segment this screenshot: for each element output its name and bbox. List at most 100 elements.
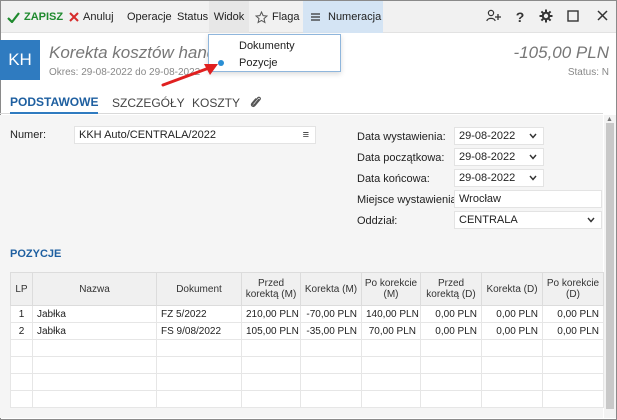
table-cell: 210,00 PLN (241, 305, 301, 323)
numbering-list-icon[interactable]: ≡ (303, 129, 309, 141)
help-button[interactable]: ? (508, 1, 532, 33)
table-cell: -70,00 PLN (300, 305, 362, 323)
table-cell: FZ 5/2022 (156, 305, 242, 323)
settings-button[interactable] (534, 1, 558, 33)
end-date-field[interactable]: 29-08-2022 (454, 169, 544, 187)
close-x-icon (69, 12, 79, 22)
column-header[interactable]: Przed korektą (M) (241, 272, 301, 306)
view-menu[interactable]: Widok (209, 1, 249, 33)
issue-date-field[interactable]: 29-08-2022 (454, 127, 544, 145)
table-cell: Jabłka (32, 305, 157, 323)
column-header[interactable]: Po korekcie (M) (361, 272, 421, 306)
column-header[interactable]: Nazwa (32, 272, 157, 306)
star-icon (255, 10, 268, 24)
table-cell: FS 9/08/2022 (156, 322, 242, 340)
tab-details[interactable]: SZCZEGÓŁY (112, 92, 185, 114)
chevron-down-icon[interactable] (529, 173, 537, 186)
table-row[interactable]: 2 Jabłka FS 9/08/2022 105,00 PLN -35,00 … (10, 322, 604, 340)
tab-attachments[interactable] (250, 92, 262, 114)
view-label: Widok (213, 11, 245, 23)
table-header-row: LP Nazwa Dokument Przed korektą (M) Kore… (10, 272, 604, 306)
annotation-arrow-icon (161, 64, 218, 87)
cancel-label: Anuluj (83, 11, 114, 23)
table-cell: 70,00 PLN (361, 322, 421, 340)
column-header[interactable]: Korekta (M) (300, 272, 362, 306)
table-row-empty[interactable] (10, 339, 604, 357)
chevron-down-icon[interactable] (529, 152, 537, 165)
table-row[interactable]: 1 Jabłka FZ 5/2022 210,00 PLN -70,00 PLN… (10, 305, 604, 323)
table-row-empty[interactable] (10, 373, 604, 391)
column-header[interactable]: Dokument (156, 272, 242, 306)
cancel-button[interactable]: Anuluj (69, 1, 114, 33)
table-cell: -35,00 PLN (300, 322, 362, 340)
hamburger-icon (311, 13, 320, 21)
number-value: KKH Auto/CENTRALA/2022 (79, 129, 216, 141)
gear-icon (539, 9, 553, 26)
toolbar: ZAPISZ Anuluj Operacje Status Widok Flag… (1, 1, 616, 33)
close-button[interactable] (590, 1, 614, 33)
help-icon: ? (515, 9, 525, 25)
table-cell: 0,00 PLN (420, 322, 482, 340)
scroll-up-icon: ▲ (606, 116, 613, 123)
add-user-button[interactable] (482, 1, 506, 33)
place-label: Miejsce wystawienia: (357, 194, 460, 206)
chevron-down-icon[interactable] (529, 131, 537, 144)
view-option-documents[interactable]: Dokumenty (209, 37, 340, 55)
operations-label: Operacje (127, 11, 172, 23)
column-header[interactable]: LP (10, 272, 33, 306)
branch-value: CENTRALA (459, 214, 518, 226)
close-icon (596, 10, 608, 24)
table-cell: 0,00 PLN (481, 305, 543, 323)
table-row-empty[interactable] (10, 390, 604, 408)
place-field[interactable]: Wrocław (454, 190, 602, 208)
number-field[interactable]: KKH Auto/CENTRALA/2022 ≡ (74, 126, 316, 144)
positions-table: LP Nazwa Dokument Przed korektą (M) Kore… (10, 272, 604, 408)
chevron-down-icon[interactable] (587, 215, 595, 228)
numbering-menu[interactable]: Numeracja (303, 1, 383, 33)
status-menu[interactable]: Status (177, 1, 208, 33)
tab-bar: PODSTAWOWE SZCZEGÓŁY KOSZTY (0, 92, 603, 114)
view-option-label: Dokumenty (239, 40, 295, 52)
branch-select[interactable]: CENTRALA (454, 211, 602, 229)
document-amount: -105,00 PLN (513, 43, 609, 62)
checkmark-icon (7, 11, 20, 23)
number-label: Numer: (10, 129, 47, 141)
tab-costs[interactable]: KOSZTY (192, 92, 240, 114)
flag-menu[interactable]: Flaga (255, 1, 300, 33)
table-cell: 2 (10, 322, 33, 340)
start-date-field[interactable]: 29-08-2022 (454, 148, 544, 166)
issue-date-value: 29-08-2022 (459, 130, 516, 142)
table-cell: 0,00 PLN (542, 322, 604, 340)
numbering-label: Numeracja (328, 11, 382, 23)
start-date-value: 29-08-2022 (459, 151, 516, 163)
flag-label: Flaga (272, 11, 300, 23)
tab-basic[interactable]: PODSTAWOWE (10, 92, 99, 114)
save-button[interactable]: ZAPISZ (7, 1, 63, 33)
table-cell: 0,00 PLN (420, 305, 482, 323)
operations-menu[interactable]: Operacje (127, 1, 172, 33)
maximize-button[interactable] (561, 1, 585, 33)
view-option-positions[interactable]: Pozycje (209, 54, 340, 72)
start-date-label: Data początkowa: (357, 152, 445, 164)
view-option-label: Pozycje (239, 57, 278, 69)
table-cell: 140,00 PLN (361, 305, 421, 323)
column-header[interactable]: Przed korektą (D) (420, 272, 482, 306)
table-cell: 105,00 PLN (241, 322, 301, 340)
table-cell: 1 (10, 305, 33, 323)
add-user-icon (486, 9, 502, 26)
table-cell: 0,00 PLN (542, 305, 604, 323)
vertical-scrollbar[interactable]: ▲ (604, 115, 616, 418)
place-value: Wrocław (459, 193, 501, 205)
positions-section-title: POZYCJE (10, 248, 62, 260)
save-label: ZAPISZ (24, 11, 64, 23)
scrollbar-thumb[interactable] (606, 123, 614, 409)
table-row-empty[interactable] (10, 356, 604, 374)
column-header[interactable]: Korekta (D) (481, 272, 543, 306)
branch-label: Oddział: (357, 215, 398, 227)
view-dropdown: Dokumenty Pozycje (208, 34, 341, 72)
column-header[interactable]: Po korekcie (D) (542, 272, 604, 306)
end-date-value: 29-08-2022 (459, 172, 516, 184)
table-cell: Jabłka (32, 322, 157, 340)
paperclip-icon (250, 95, 262, 112)
issue-date-label: Data wystawienia: (357, 131, 446, 143)
